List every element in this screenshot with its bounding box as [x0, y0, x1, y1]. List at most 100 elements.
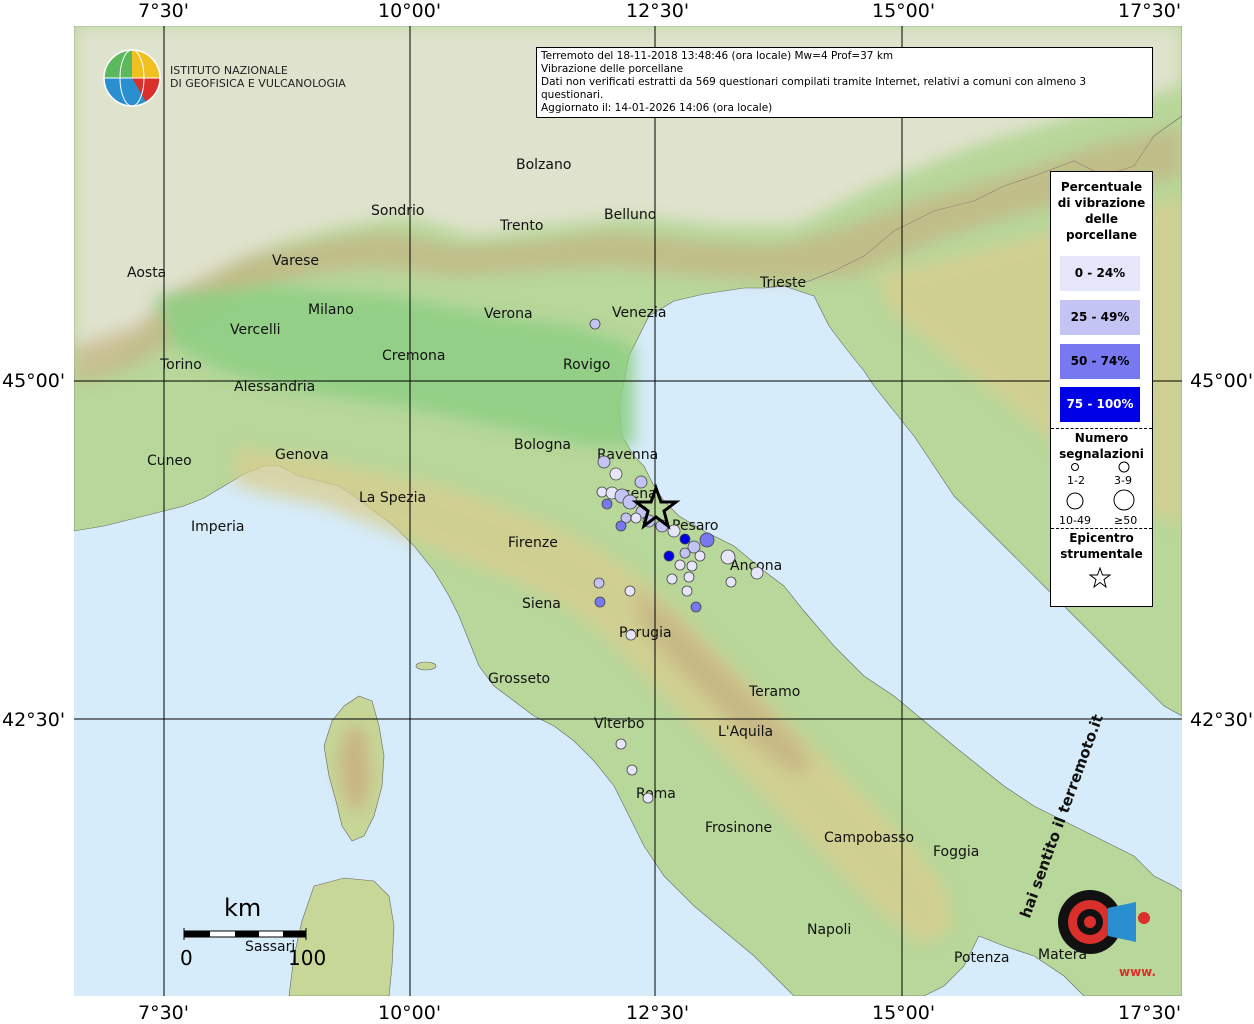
survey-point	[699, 532, 715, 548]
survey-point	[679, 547, 691, 559]
lon-label-top: 17°30'	[1118, 0, 1182, 22]
survey-point	[690, 601, 702, 613]
survey-point	[663, 550, 675, 562]
city-label: Trieste	[759, 275, 806, 291]
city-label: Grosseto	[488, 671, 550, 687]
survey-point	[642, 792, 654, 804]
survey-point	[594, 596, 606, 608]
city-label: Potenza	[954, 950, 1009, 966]
star-icon	[1089, 567, 1111, 589]
speaker-icon	[1108, 902, 1136, 942]
city-label: Milano	[308, 302, 354, 318]
ingv-logo	[103, 49, 161, 107]
lon-label-bottom: 7°30'	[138, 1002, 189, 1024]
city-label: Trento	[499, 218, 543, 234]
lon-label-bottom: 15°00'	[872, 1002, 936, 1024]
city-label: Firenze	[508, 535, 558, 551]
city-label: Sondrio	[371, 203, 424, 219]
city-label: Genova	[275, 447, 329, 463]
city-label: La Spezia	[359, 490, 426, 506]
city-label: Vercelli	[230, 322, 281, 338]
city-label: L'Aquila	[718, 724, 773, 740]
survey-point	[679, 533, 691, 545]
survey-point	[625, 629, 637, 641]
info-line-subject: Vibrazione delle porcellane	[541, 63, 684, 75]
city-label: Napoli	[807, 922, 851, 938]
legend-count-label: 10-49	[1059, 514, 1091, 527]
survey-point	[666, 573, 678, 585]
survey-point	[674, 559, 686, 571]
survey-point	[624, 585, 636, 597]
city-label: Torino	[159, 357, 202, 373]
survey-point	[630, 512, 642, 524]
legend-class-3: 75 - 100%	[1060, 387, 1140, 422]
map-canvas: Bolzano Sondrio Trento Belluno Aosta Var…	[74, 26, 1182, 996]
legend-divider	[1051, 428, 1152, 429]
earthquake-info-box: Terremoto del 18-11-2018 13:48:46 (ora l…	[536, 47, 1153, 118]
legend-class-1: 25 - 49%	[1060, 300, 1140, 335]
city-label: Teramo	[748, 684, 800, 700]
legend-class-2: 50 - 74%	[1060, 344, 1140, 379]
scale-bar: km 0 100	[180, 890, 326, 980]
city-label: Siena	[522, 596, 561, 612]
city-label: Foggia	[933, 844, 979, 860]
city-label: Campobasso	[824, 830, 914, 846]
survey-point	[683, 571, 695, 583]
legend-count-label: 1-2	[1067, 474, 1085, 487]
info-line-source: Dati non verificati estratti da 569 ques…	[541, 76, 1087, 101]
legend-divider	[1051, 528, 1152, 529]
legend-epicenter-title: Epicentro strumentale	[1060, 531, 1143, 561]
city-label: Cuneo	[147, 453, 192, 469]
legend: Percentuale di vibrazione delle porcella…	[1050, 171, 1153, 607]
survey-point	[694, 550, 706, 562]
survey-point	[615, 520, 627, 532]
city-label: Aosta	[127, 265, 166, 281]
city-label: Venezia	[612, 305, 666, 321]
survey-point	[597, 455, 611, 469]
survey-point	[725, 576, 737, 588]
city-label: Viterbo	[594, 716, 644, 732]
survey-point	[593, 577, 605, 589]
lon-label-bottom: 10°00'	[378, 1002, 442, 1024]
legend-count-label: 3-9	[1114, 474, 1132, 487]
survey-point	[667, 524, 681, 538]
city-label: Roma	[636, 786, 676, 802]
lat-label-right: 45°00'	[1190, 370, 1254, 392]
lat-label-right: 42°30'	[1190, 709, 1254, 731]
survey-point	[589, 318, 601, 330]
lon-label-top: 15°00'	[872, 0, 936, 22]
map-area[interactable]: Bolzano Sondrio Trento Belluno Aosta Var…	[74, 26, 1182, 996]
lon-label-bottom: 12°30'	[626, 1002, 690, 1024]
lon-label-top: 12°30'	[626, 0, 690, 22]
badge-sub: www.	[1119, 965, 1156, 979]
legend-count-label: ≥50	[1114, 514, 1138, 527]
lon-label-top: 7°30'	[138, 0, 189, 22]
city-label: Bolzano	[516, 157, 571, 173]
survey-point	[596, 486, 608, 498]
city-label: Rovigo	[563, 357, 610, 373]
survey-point	[634, 475, 648, 489]
lat-label-left: 42°30'	[2, 709, 66, 731]
info-line-event: Terremoto del 18-11-2018 13:48:46 (ora l…	[541, 50, 894, 62]
lon-label-top: 10°00'	[378, 0, 442, 22]
city-label: Imperia	[191, 519, 245, 535]
info-line-updated: Aggiornato il: 14-01-2026 14:06 (ora loc…	[541, 102, 773, 114]
survey-point	[681, 585, 693, 597]
city-label: Frosinone	[705, 820, 772, 836]
survey-point	[615, 738, 627, 750]
lon-label-bottom: 17°30'	[1118, 1002, 1182, 1024]
land-elba	[415, 661, 437, 671]
scale-unit: km	[224, 894, 262, 922]
city-label: Bologna	[514, 437, 571, 453]
scale-max: 100	[288, 946, 327, 970]
legend-class-0: 0 - 24%	[1060, 256, 1140, 291]
institute-line1: ISTITUTO NAZIONALE	[170, 64, 288, 77]
institute-line2: DI GEOFISICA E VULCANOLOGIA	[170, 77, 346, 90]
survey-point	[626, 764, 638, 776]
city-label: Alessandria	[234, 379, 315, 395]
city-label: Verona	[484, 306, 533, 322]
scale-min: 0	[180, 946, 193, 970]
scale-bar-graphic	[183, 928, 307, 940]
legend-title: Percentuale di vibrazione delle porcella…	[1057, 180, 1146, 242]
lat-label-left: 45°00'	[2, 370, 66, 392]
